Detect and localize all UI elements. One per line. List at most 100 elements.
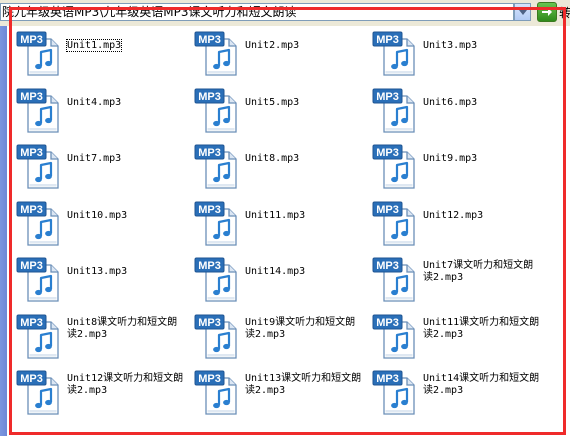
file-item[interactable]: MP3 Unit9.mp3 <box>369 142 545 192</box>
file-item[interactable]: MP3 Unit3.mp3 <box>369 29 545 79</box>
mp3-badge: MP3 <box>198 260 221 272</box>
file-name-label: Unit13课文听力和短文朗读2.mp3 <box>245 373 363 397</box>
file-name-label: Unit12.mp3 <box>423 210 541 222</box>
file-name-label: Unit8.mp3 <box>245 153 363 165</box>
mp3-file-icon: MP3 <box>191 29 243 79</box>
mp3-badge: MP3 <box>198 34 221 46</box>
file-name-text: Unit12课文听力和短文朗读2.mp3 <box>67 373 184 396</box>
mp3-badge: MP3 <box>20 317 43 329</box>
file-item[interactable]: MP3 Unit9课文听力和短文朗读2.mp3 <box>191 312 367 362</box>
file-name-text: Unit11.mp3 <box>245 209 306 221</box>
mp3-file-icon: MP3 <box>191 86 243 136</box>
mp3-file-icon: MP3 <box>191 199 243 249</box>
file-item[interactable]: MP3 Unit1.mp3 <box>13 29 189 79</box>
file-name-label: Unit2.mp3 <box>245 40 363 52</box>
mp3-file-icon: MP3 <box>13 368 65 418</box>
mp3-file-icon: MP3 <box>13 312 65 362</box>
mp3-file-icon: MP3 <box>13 86 65 136</box>
file-name-label: Unit9课文听力和短文朗读2.mp3 <box>245 317 363 341</box>
file-item[interactable]: MP3 Unit8.mp3 <box>191 142 367 192</box>
mp3-file-icon: MP3 <box>369 142 421 192</box>
file-name-text: Unit10.mp3 <box>67 209 128 221</box>
file-item[interactable]: MP3 Unit14.mp3 <box>191 255 367 305</box>
file-name-text: Unit1.mp3 <box>65 39 123 52</box>
mp3-badge: MP3 <box>20 260 43 272</box>
file-name-label: Unit1.mp3 <box>65 39 185 52</box>
file-item[interactable]: MP3 Unit6.mp3 <box>369 86 545 136</box>
mp3-badge: MP3 <box>198 91 221 103</box>
mp3-file-icon: MP3 <box>191 142 243 192</box>
file-name-text: Unit8课文听力和短文朗读2.mp3 <box>67 316 178 340</box>
file-name-label: Unit6.mp3 <box>423 97 541 109</box>
file-name-text: Unit9课文听力和短文朗读2.mp3 <box>245 316 356 340</box>
mp3-badge: MP3 <box>376 91 399 103</box>
file-item[interactable]: MP3 Unit14课文听力和短文朗读2.mp3 <box>369 368 545 418</box>
file-name-text: Unit4.mp3 <box>67 96 122 108</box>
file-name-text: Unit3.mp3 <box>423 40 478 51</box>
mp3-file-icon: MP3 <box>191 368 243 418</box>
file-item[interactable]: MP3 Unit2.mp3 <box>191 29 367 79</box>
mp3-file-icon: MP3 <box>369 29 421 79</box>
mp3-file-icon: MP3 <box>13 29 65 79</box>
file-item[interactable]: MP3 Unit13课文听力和短文朗读2.mp3 <box>191 368 367 418</box>
mp3-file-icon: MP3 <box>369 199 421 249</box>
mp3-badge: MP3 <box>376 373 399 385</box>
file-name-text: Unit14课文听力和短文朗读2.mp3 <box>423 373 540 396</box>
mp3-badge: MP3 <box>20 204 43 216</box>
file-name-label: Unit8课文听力和短文朗读2.mp3 <box>67 317 185 341</box>
go-arrow-icon <box>542 8 552 16</box>
mp3-badge: MP3 <box>198 373 221 385</box>
file-item[interactable]: MP3 Unit7课文听力和短文朗读2.mp3 <box>369 255 545 305</box>
file-name-text: Unit6.mp3 <box>423 96 478 108</box>
mp3-file-icon: MP3 <box>369 368 421 418</box>
mp3-badge: MP3 <box>20 147 43 159</box>
go-label[interactable]: 转 <box>559 4 570 21</box>
file-item[interactable]: MP3 Unit10.mp3 <box>13 199 189 249</box>
mp3-file-icon: MP3 <box>369 255 421 305</box>
mp3-badge: MP3 <box>376 204 399 216</box>
file-item[interactable]: MP3 Unit12.mp3 <box>369 199 545 249</box>
file-name-text: Unit13.mp3 <box>67 266 128 277</box>
mp3-badge: MP3 <box>376 147 399 159</box>
file-name-text: Unit14.mp3 <box>245 266 306 277</box>
file-name-text: Unit11课文听力和短文朗读2.mp3 <box>423 316 540 340</box>
file-name-label: Unit7.mp3 <box>67 153 185 165</box>
mp3-badge: MP3 <box>20 373 43 385</box>
go-button[interactable] <box>537 2 557 22</box>
address-dropdown-button[interactable] <box>514 3 531 21</box>
file-item[interactable]: MP3 Unit4.mp3 <box>13 86 189 136</box>
file-item[interactable]: MP3 Unit12课文听力和短文朗读2.mp3 <box>13 368 189 418</box>
mp3-file-icon: MP3 <box>13 255 65 305</box>
mp3-file-icon: MP3 <box>191 255 243 305</box>
file-item[interactable]: MP3 Unit11.mp3 <box>191 199 367 249</box>
file-name-text: Unit12.mp3 <box>423 209 484 221</box>
file-name-text: Unit7课文听力和短文朗读2.mp3 <box>423 260 534 283</box>
left-task-pane-edge <box>0 26 7 436</box>
file-item[interactable]: MP3 Unit7.mp3 <box>13 142 189 192</box>
mp3-badge: MP3 <box>376 260 399 272</box>
file-name-label: Unit11.mp3 <box>245 210 363 222</box>
file-name-text: Unit2.mp3 <box>245 40 300 51</box>
file-name-label: Unit3.mp3 <box>423 40 541 52</box>
mp3-badge: MP3 <box>198 317 221 329</box>
address-input[interactable]: 院九年级英语MP3\九年级英语MP3课文听力和短文朗读 <box>0 3 514 21</box>
mp3-file-icon: MP3 <box>369 86 421 136</box>
file-name-text: Unit9.mp3 <box>423 153 478 164</box>
file-name-text: Unit5.mp3 <box>245 96 300 108</box>
mp3-file-icon: MP3 <box>369 312 421 362</box>
file-name-label: Unit10.mp3 <box>67 210 185 222</box>
file-item[interactable]: MP3 Unit13.mp3 <box>13 255 189 305</box>
file-name-label: Unit12课文听力和短文朗读2.mp3 <box>67 373 185 397</box>
file-name-text: Unit13课文听力和短文朗读2.mp3 <box>245 373 362 396</box>
file-item[interactable]: MP3 Unit5.mp3 <box>191 86 367 136</box>
mp3-file-icon: MP3 <box>13 199 65 249</box>
file-name-label: Unit11课文听力和短文朗读2.mp3 <box>423 317 541 341</box>
mp3-badge: MP3 <box>198 147 221 159</box>
file-item[interactable]: MP3 Unit8课文听力和短文朗读2.mp3 <box>13 312 189 362</box>
file-name-text: Unit7.mp3 <box>67 153 122 164</box>
mp3-file-icon: MP3 <box>191 312 243 362</box>
file-name-label: Unit9.mp3 <box>423 153 541 165</box>
file-item[interactable]: MP3 Unit11课文听力和短文朗读2.mp3 <box>369 312 545 362</box>
file-name-label: Unit4.mp3 <box>67 97 185 109</box>
file-list-view[interactable]: MP3 Unit1.mp3 MP3 Unit2.mp3 MP3 Unit3.mp… <box>7 26 570 436</box>
